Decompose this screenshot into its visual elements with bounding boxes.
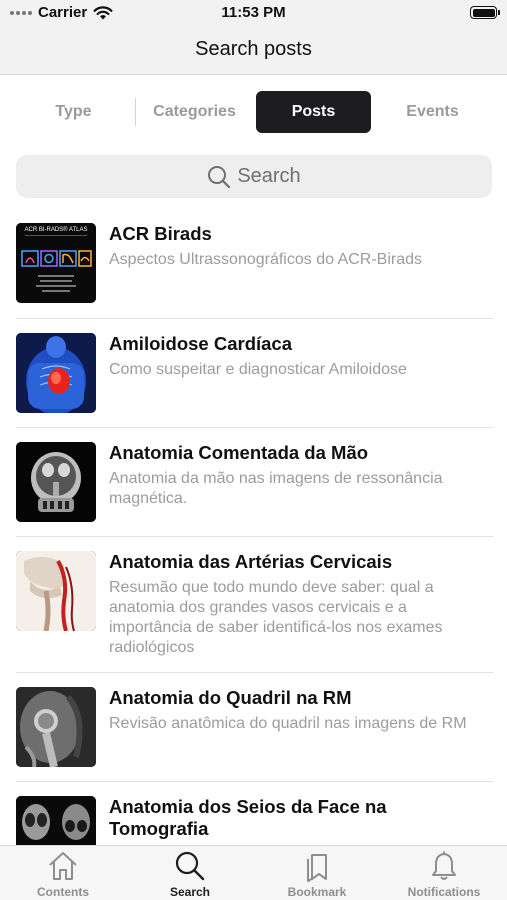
- bell-icon: [432, 851, 456, 880]
- post-thumbnail: ACR BI-RADS® ATLAS: [16, 223, 96, 303]
- search-icon: [175, 851, 205, 881]
- post-list[interactable]: ACR BI-RADS® ATLAS ACR Birads Aspectos U…: [0, 209, 507, 845]
- search-placeholder: Search: [237, 165, 301, 187]
- tab-search[interactable]: Search: [127, 850, 253, 899]
- post-thumbnail: [16, 442, 96, 522]
- navigation-bar: Search posts: [0, 26, 507, 75]
- segment-divider: [135, 98, 136, 126]
- list-item[interactable]: Amiloidose Cardíaca Como suspeitar e dia…: [0, 319, 507, 428]
- tab-label: Contents: [37, 885, 89, 899]
- post-description: Como suspeitar e diagnosticar Amiloidose: [109, 361, 407, 378]
- page-title: Search posts: [195, 38, 312, 60]
- tab-label: Search: [169, 885, 211, 899]
- post-thumbnail: [16, 796, 96, 845]
- battery-icon: [470, 6, 500, 19]
- tab-label: Bookmark: [287, 885, 347, 899]
- post-title: Anatomia das Artérias Cervicais: [109, 551, 393, 572]
- segment-categories[interactable]: Categories: [137, 91, 252, 133]
- search-icon: [208, 165, 231, 188]
- post-title: Anatomia do Quadril na RM: [109, 687, 352, 708]
- tab-notifications[interactable]: Notifications: [381, 850, 507, 899]
- list-item[interactable]: Anatomia do Quadril na RM Revisão anatôm…: [0, 673, 507, 782]
- segment-type[interactable]: Type: [16, 91, 131, 133]
- post-description: Resumão que todo mundo deve saber: qual …: [109, 579, 443, 656]
- list-item[interactable]: ACR BI-RADS® ATLAS ACR Birads Aspectos U…: [0, 209, 507, 319]
- status-time: 11:53 PM: [221, 4, 286, 21]
- post-thumbnail: [16, 551, 96, 631]
- home-icon: [49, 852, 77, 880]
- segmented-control: Type Categories Posts Events: [16, 91, 491, 133]
- post-description: Revisão anatômica do quadril nas imagens…: [109, 715, 467, 732]
- post-description: Aspectos Ultrassonográficos do ACR-Birad…: [109, 251, 423, 268]
- post-thumbnail: [16, 687, 96, 767]
- post-thumbnail: [16, 333, 96, 413]
- segment-posts[interactable]: Posts: [256, 91, 371, 133]
- tab-label: Notifications: [407, 885, 481, 899]
- tab-bookmark[interactable]: Bookmark: [254, 850, 380, 899]
- thumb-title: ACR BI-RADS® ATLAS: [25, 226, 88, 233]
- tab-contents[interactable]: Contents: [0, 850, 126, 899]
- post-title: Anatomia Comentada da Mão: [109, 442, 369, 463]
- bookmark-icon: [307, 854, 327, 882]
- list-item[interactable]: Anatomia dos Seios da Face na Tomografia: [0, 782, 507, 845]
- post-description: Anatomia da mão nas imagens de ressonânc…: [109, 470, 443, 507]
- tab-bar: Contents Search Bookmark Notifications: [0, 845, 507, 900]
- list-item[interactable]: Anatomia Comentada da Mão Anatomia da mã…: [0, 428, 507, 537]
- segment-events[interactable]: Events: [375, 91, 490, 133]
- status-bar: Carrier 11:53 PM: [0, 0, 507, 26]
- search-input[interactable]: Search: [16, 155, 492, 198]
- post-title: Anatomia dos Seios da Face na Tomografia: [109, 796, 387, 839]
- list-item[interactable]: Anatomia das Artérias Cervicais Resumão …: [0, 537, 507, 673]
- post-title: Amiloidose Cardíaca: [109, 333, 293, 354]
- post-title: ACR Birads: [109, 223, 212, 244]
